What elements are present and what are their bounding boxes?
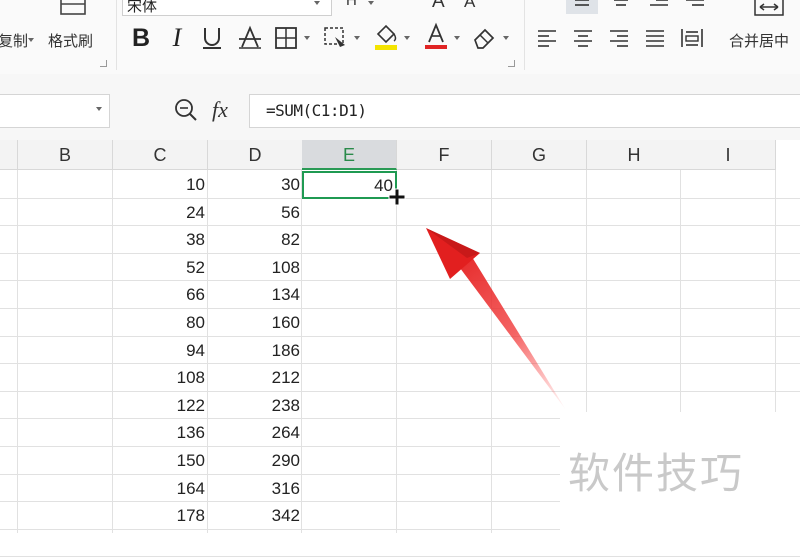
indent-icon[interactable] [646,0,672,14]
cell-d7[interactable]: 186 [208,337,303,364]
name-box-dropdown-caret[interactable] [96,107,102,111]
selected-cell-e1[interactable]: 40 [302,171,397,199]
column-header-b[interactable]: B [18,140,113,170]
cell-c11[interactable]: 150 [113,447,208,474]
cell-d6[interactable]: 160 [208,309,303,336]
bold-icon[interactable]: B [128,24,154,52]
formula-text: =SUM(C1:D1) [266,101,367,120]
font-color-icon[interactable] [422,22,450,52]
cell-style-icon[interactable] [322,24,350,52]
cell-c1[interactable]: 10 [113,171,208,198]
align-middle-icon[interactable] [608,0,634,14]
cell-d13[interactable]: 342 [208,502,303,529]
column-header-i[interactable]: I [681,140,776,170]
font-color-caret[interactable] [454,36,460,40]
watermark: 软件技巧 [560,412,800,533]
font-size-caret[interactable] [368,1,374,5]
grow-font-icon[interactable]: A [432,0,445,13]
merge-center-button[interactable]: 合并居中 [729,30,789,51]
column-header-c[interactable]: C [113,140,208,170]
cell-d12[interactable]: 316 [208,475,303,502]
cell-c5[interactable]: 66 [113,281,208,308]
fx-insert-function-button[interactable]: fx [212,97,228,123]
column-header-g[interactable]: G [492,140,587,170]
align-top-icon[interactable] [566,0,598,14]
cell-d1[interactable]: 30 [208,171,303,198]
column-header-h[interactable]: H [587,140,682,170]
strikethrough-icon[interactable] [236,24,264,52]
align-left-icon[interactable] [534,26,560,50]
formula-input[interactable]: =SUM(C1:D1) [249,94,800,128]
cell-c6[interactable]: 80 [113,309,208,336]
copy-button[interactable]: 复制 [0,30,28,51]
shrink-font-icon[interactable]: A [464,0,475,12]
cell-c2[interactable]: 24 [113,199,208,226]
cell-d2[interactable]: 56 [208,199,303,226]
underline-icon[interactable] [198,24,226,52]
column-header-a[interactable] [0,140,18,170]
cell-c12[interactable]: 164 [113,475,208,502]
copy-dropdown-caret[interactable] [28,38,34,42]
font-size-field[interactable]: H [346,0,357,9]
cell-d5[interactable]: 134 [208,281,303,308]
fill-color-icon[interactable] [372,22,400,52]
zoom-icon[interactable] [172,96,200,124]
formula-bar: fx =SUM(C1:D1) [0,74,800,140]
cell-d10[interactable]: 264 [208,419,303,446]
border-dropdown-caret[interactable] [304,36,310,40]
cell-d8[interactable]: 212 [208,364,303,391]
clipboard-dialog-launcher[interactable] [100,60,107,67]
cell-c7[interactable]: 94 [113,337,208,364]
cell-d3[interactable]: 82 [208,226,303,253]
font-dialog-launcher[interactable] [508,60,515,67]
italic-icon[interactable]: I [164,23,190,52]
column-header-d[interactable]: D [208,140,303,170]
cell-c3[interactable]: 38 [113,226,208,253]
fill-handle-cursor-icon[interactable] [388,188,406,210]
outdent-icon[interactable] [682,0,708,14]
name-box[interactable] [0,94,110,128]
border-icon[interactable] [272,24,300,52]
format-painter-icon[interactable] [58,0,88,18]
cell-c4[interactable]: 52 [113,254,208,281]
fill-color-caret[interactable] [404,36,410,40]
ribbon-toolbar: 复制 格式刷 宋体 H A A B I 合并居中 [0,0,800,75]
clear-format-icon[interactable] [470,24,498,52]
cell-style-caret[interactable] [354,36,360,40]
font-name-select[interactable]: 宋体 [122,0,332,16]
cell-c13[interactable]: 178 [113,502,208,529]
font-name-caret[interactable] [314,1,320,5]
column-header-e[interactable]: E [302,140,397,170]
clear-format-caret[interactable] [503,36,509,40]
cell-d4[interactable]: 108 [208,254,303,281]
cell-c8[interactable]: 108 [113,364,208,391]
align-center-icon[interactable] [570,26,596,50]
cell-c9[interactable]: 122 [113,392,208,419]
format-painter-button[interactable]: 格式刷 [48,30,93,51]
merge-center-icon[interactable] [752,0,786,20]
justify-icon[interactable] [642,26,668,50]
align-right-icon[interactable] [606,26,632,50]
watermark-text: 软件技巧 [568,449,745,498]
cell-d11[interactable]: 290 [208,447,303,474]
cell-c10[interactable]: 136 [113,419,208,446]
column-header-f[interactable]: F [397,140,492,170]
distributed-icon[interactable] [678,26,706,50]
cell-d9[interactable]: 238 [208,392,303,419]
